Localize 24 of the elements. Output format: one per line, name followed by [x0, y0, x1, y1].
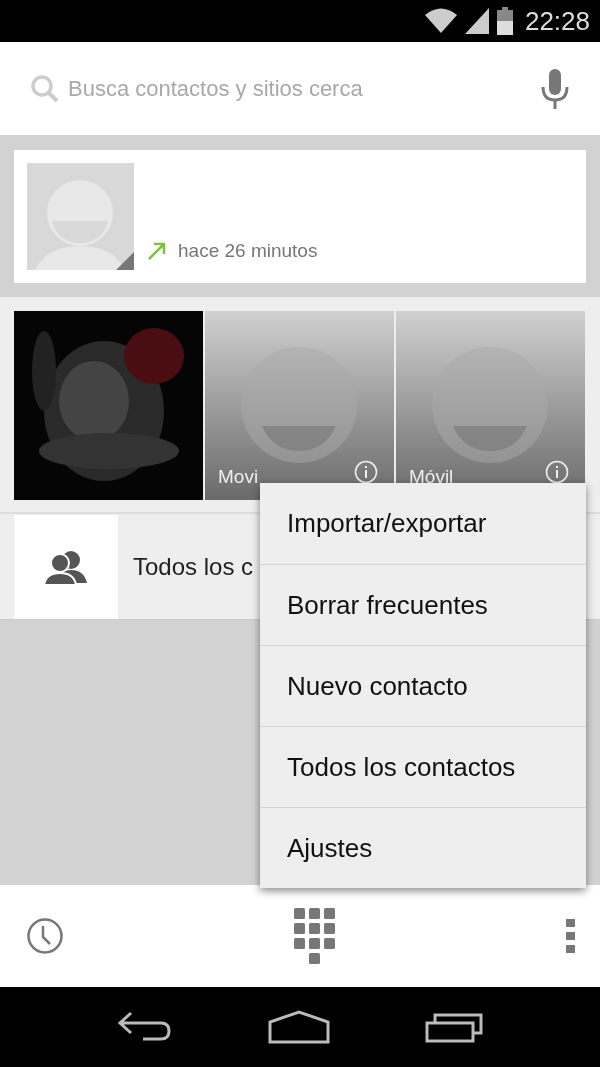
info-icon[interactable] [354, 460, 378, 484]
info-icon[interactable] [545, 460, 569, 484]
menu-item[interactable]: Ajustes [260, 807, 586, 888]
status-time: 22:28 [524, 5, 590, 37]
dialpad-icon[interactable] [294, 908, 336, 964]
clock-icon[interactable] [26, 917, 64, 955]
menu-item[interactable]: Todos los contactos [260, 726, 586, 807]
signal-icon [464, 8, 489, 34]
avatar-placeholder-icon[interactable] [205, 311, 394, 500]
search-icon [30, 73, 60, 104]
recent-call-card[interactable]: hace 26 minutos [14, 150, 586, 283]
microphone-icon[interactable] [540, 68, 570, 109]
battery-icon [496, 7, 513, 35]
overflow-menu-icon[interactable] [566, 919, 576, 953]
menu-item[interactable]: Nuevo contacto [260, 645, 586, 726]
all-contacts-label[interactable]: Todos los c [133, 552, 254, 581]
wifi-icon [424, 8, 457, 34]
call-time: hace 26 minutos [178, 239, 318, 262]
home-icon[interactable] [268, 1010, 330, 1044]
contacts-group-icon[interactable] [14, 514, 118, 619]
avatar-placeholder-icon [27, 163, 134, 270]
menu-item[interactable]: Borrar frecuentes [260, 564, 586, 645]
recent-apps-icon[interactable] [424, 1011, 483, 1043]
phone-type-label: Movi [218, 466, 259, 488]
